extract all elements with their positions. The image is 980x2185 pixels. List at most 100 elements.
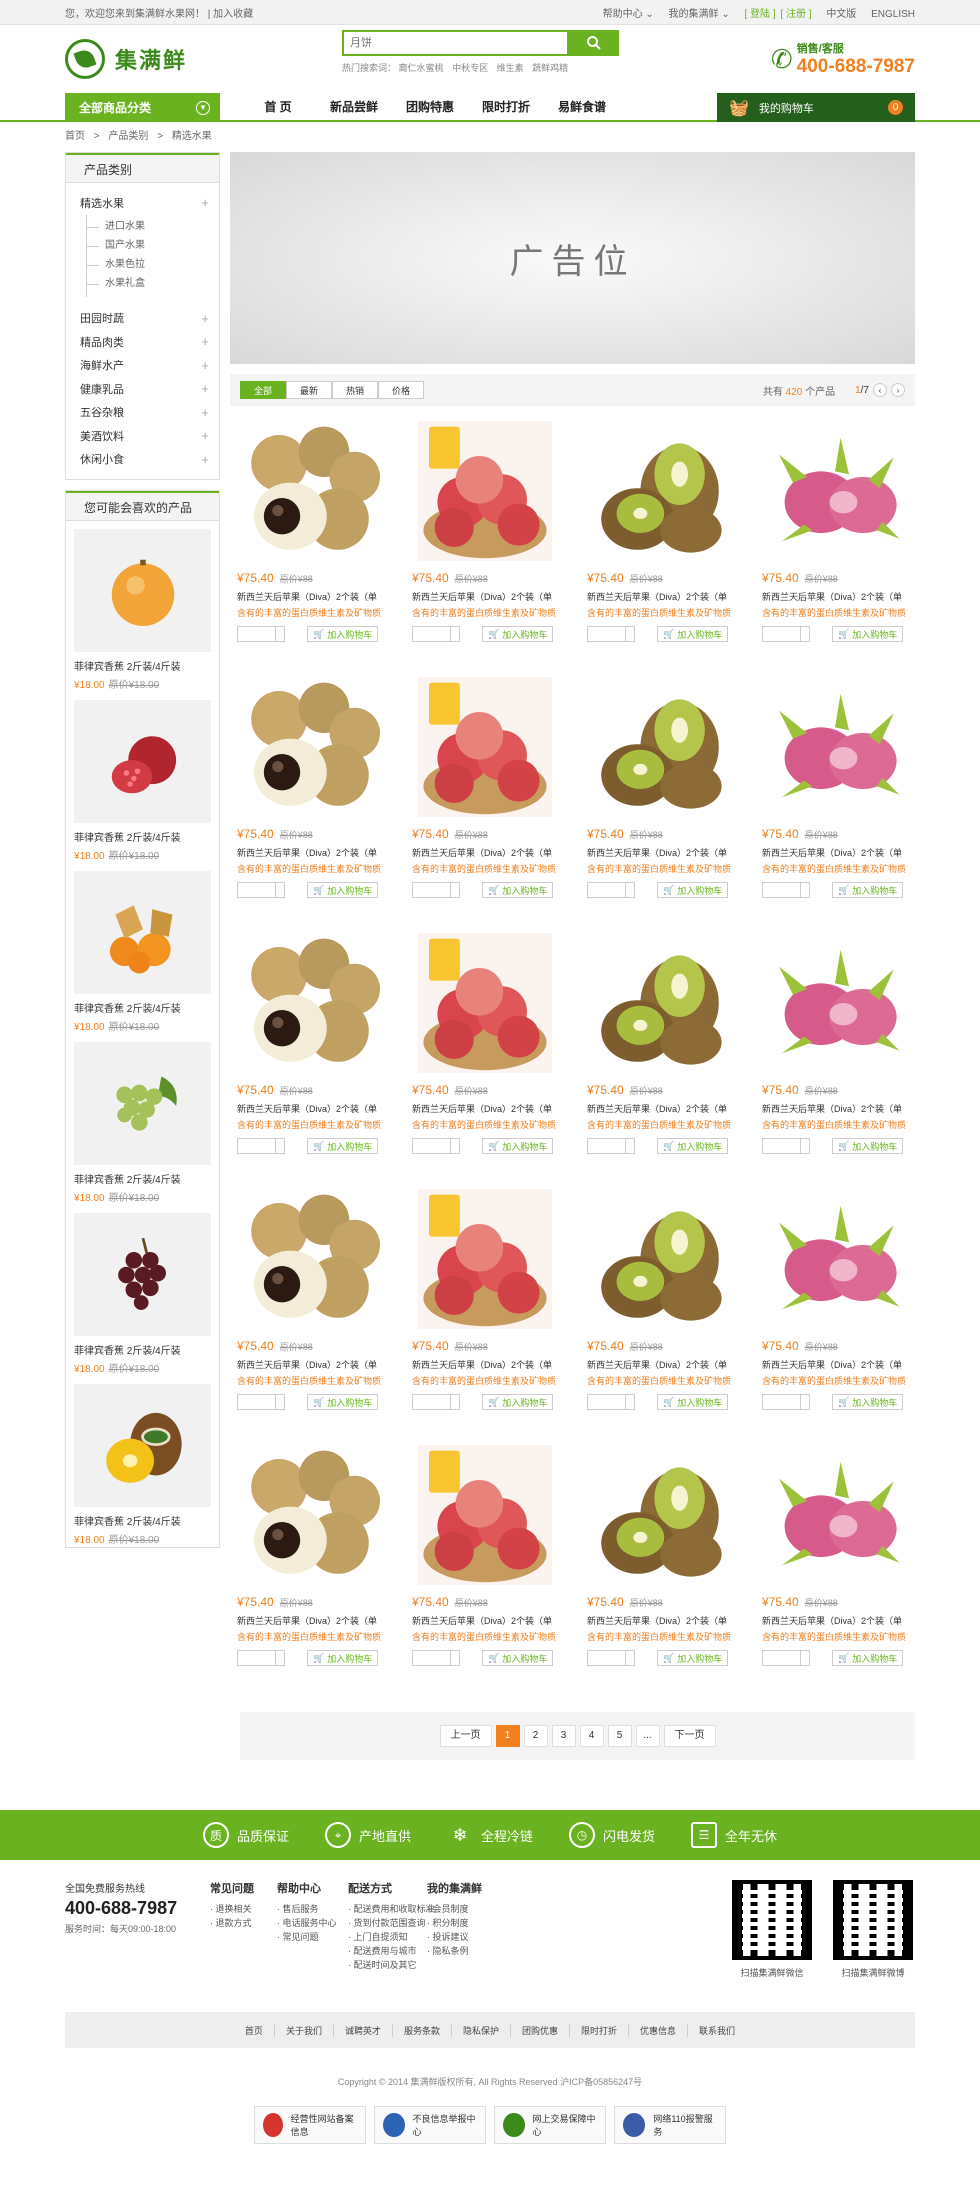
recommend-name[interactable]: 菲律宾香蕉 2斤装/4斤装 — [74, 1171, 211, 1186]
recommend-name[interactable]: 菲律宾香蕉 2斤装/4斤装 — [74, 1000, 211, 1015]
recommend-name[interactable]: 菲律宾香蕉 2斤装/4斤装 — [74, 658, 211, 673]
footer-link[interactable]: · 配送时间及其它 — [348, 1958, 435, 1972]
product-name[interactable]: 新西兰天后苹果（Diva）2个装（单 — [587, 1102, 733, 1115]
nav-item-new[interactable]: 新品尝鲜 — [316, 93, 392, 122]
add-to-cart-button[interactable]: 🛒 加入购物车 — [657, 1650, 729, 1666]
plus-icon[interactable]: + — [201, 311, 209, 326]
recommend-name[interactable]: 菲律宾香蕉 2斤装/4斤装 — [74, 1342, 211, 1357]
quantity-stepper[interactable] — [412, 882, 460, 898]
breadcrumb-home[interactable]: 首页 — [65, 131, 85, 142]
recommend-item[interactable]: 菲律宾香蕉 2斤装/4斤装 ¥18.00 原价¥18.00 — [66, 1205, 219, 1376]
plus-icon[interactable]: + — [201, 195, 209, 210]
product-name[interactable]: 新西兰天后苹果（Diva）2个装（单 — [587, 590, 733, 603]
product-name[interactable]: 新西兰天后苹果（Diva）2个装（单 — [587, 846, 733, 859]
recommend-item[interactable]: 菲律宾香蕉 2斤装/4斤装 ¥18.00 原价¥18.00 — [66, 692, 219, 863]
footer-nav-link[interactable]: 诚聘英才 — [334, 2023, 393, 2037]
footer-link[interactable]: · 电话服务中心 — [277, 1916, 337, 1930]
add-to-cart-button[interactable]: 🛒 加入购物车 — [832, 882, 904, 898]
quantity-stepper[interactable] — [412, 1138, 460, 1154]
product-image[interactable] — [762, 930, 908, 1076]
product-name[interactable]: 新西兰天后苹果（Diva）2个装（单 — [412, 1102, 558, 1115]
product-image[interactable] — [587, 1186, 733, 1332]
register-link[interactable]: [ 注册 ] — [780, 9, 811, 20]
plus-icon[interactable]: + — [201, 358, 209, 373]
product-image[interactable] — [412, 1442, 558, 1588]
quantity-stepper[interactable] — [762, 1394, 810, 1410]
product-name[interactable]: 新西兰天后苹果（Diva）2个装（单 — [237, 1614, 383, 1627]
product-name[interactable]: 新西兰天后苹果（Diva）2个装（单 — [762, 1102, 908, 1115]
quantity-stepper[interactable] — [587, 1650, 635, 1666]
footer-nav-link[interactable]: 团购优惠 — [511, 2023, 571, 2037]
footer-link[interactable]: · 退换相关 — [210, 1902, 254, 1916]
page-button[interactable]: 4 — [579, 1725, 604, 1747]
cart-button[interactable]: 🧺 我的购物车 0 — [717, 93, 915, 122]
recommend-image[interactable] — [74, 700, 211, 823]
add-to-cart-button[interactable]: 🛒 加入购物车 — [307, 1394, 379, 1410]
trust-badge[interactable]: 网络110报警服务 — [614, 2106, 726, 2144]
add-to-cart-button[interactable]: 🛒 加入购物车 — [307, 1650, 379, 1666]
hot-term[interactable]: 蔬鲜鸡精 — [532, 63, 568, 73]
product-name[interactable]: 新西兰天后苹果（Diva）2个装（单 — [412, 1358, 558, 1371]
product-image[interactable] — [237, 1442, 383, 1588]
login-link[interactable]: [ 登陆 ] — [745, 9, 776, 20]
add-to-cart-button[interactable]: 🛒 加入购物车 — [482, 882, 554, 898]
footer-nav-link[interactable]: 隐私保护 — [452, 2023, 511, 2037]
product-name[interactable]: 新西兰天后苹果（Diva）2个装（单 — [237, 846, 383, 859]
quantity-stepper[interactable] — [587, 626, 635, 642]
prev-page-icon[interactable]: ‹ — [873, 383, 887, 397]
english-link[interactable]: ENGLISH — [871, 9, 915, 20]
plus-icon[interactable]: + — [201, 381, 209, 396]
product-image[interactable] — [762, 1442, 908, 1588]
product-name[interactable]: 新西兰天后苹果（Diva）2个装（单 — [237, 1358, 383, 1371]
quantity-stepper[interactable] — [587, 1138, 635, 1154]
product-image[interactable] — [762, 1186, 908, 1332]
add-to-cart-button[interactable]: 🛒 加入购物车 — [307, 1138, 379, 1154]
help-center-menu[interactable]: 帮助中心 ⌄ — [603, 9, 654, 20]
trust-badge[interactable]: 经营性网站备案信息 — [254, 2106, 366, 2144]
hot-term[interactable]: 维生素 — [497, 63, 524, 73]
page-button[interactable]: 2 — [523, 1725, 548, 1747]
product-name[interactable]: 新西兰天后苹果（Diva）2个装（单 — [762, 1358, 908, 1371]
product-name[interactable]: 新西兰天后苹果（Diva）2个装（单 — [237, 590, 383, 603]
tab-all[interactable]: 全部 — [240, 381, 287, 399]
footer-nav-link[interactable]: 首页 — [234, 2023, 275, 2037]
product-name[interactable]: 新西兰天后苹果（Diva）2个装（单 — [762, 590, 908, 603]
product-name[interactable]: 新西兰天后苹果（Diva）2个装（单 — [762, 1614, 908, 1627]
all-categories-button[interactable]: 全部商品分类 ▼ — [65, 93, 220, 122]
recommend-image[interactable] — [74, 1042, 211, 1165]
quantity-stepper[interactable] — [762, 882, 810, 898]
product-image[interactable] — [412, 674, 558, 820]
quantity-stepper[interactable] — [237, 882, 285, 898]
product-image[interactable] — [587, 1442, 733, 1588]
product-name[interactable]: 新西兰天后苹果（Diva）2个装（单 — [237, 1102, 383, 1115]
add-to-cart-button[interactable]: 🛒 加入购物车 — [482, 626, 554, 642]
product-name[interactable]: 新西兰天后苹果（Diva）2个装（单 — [587, 1358, 733, 1371]
footer-link[interactable]: · 货到付款范围查询 — [348, 1916, 435, 1930]
add-to-cart-button[interactable]: 🛒 加入购物车 — [482, 1138, 554, 1154]
nav-item-discount[interactable]: 限时打折 — [468, 93, 544, 122]
next-page-icon[interactable]: › — [891, 383, 905, 397]
footer-link[interactable]: · 积分制度 — [427, 1916, 482, 1930]
product-image[interactable] — [587, 418, 733, 564]
add-favorite-link[interactable]: | 加入收藏 — [208, 9, 253, 20]
tab-hot[interactable]: 热销 — [332, 381, 379, 399]
add-to-cart-button[interactable]: 🛒 加入购物车 — [832, 626, 904, 642]
product-name[interactable]: 新西兰天后苹果（Diva）2个装（单 — [412, 590, 558, 603]
footer-link[interactable]: · 退款方式 — [210, 1916, 254, 1930]
category-item[interactable]: 精品肉类 + — [80, 330, 209, 354]
recommend-image[interactable] — [74, 529, 211, 652]
hot-term[interactable]: 中秋专区 — [452, 63, 488, 73]
quantity-stepper[interactable] — [412, 1394, 460, 1410]
add-to-cart-button[interactable]: 🛒 加入购物车 — [657, 882, 729, 898]
add-to-cart-button[interactable]: 🛒 加入购物车 — [307, 882, 379, 898]
search-button[interactable] — [569, 30, 619, 56]
quantity-stepper[interactable] — [237, 626, 285, 642]
recommend-name[interactable]: 菲律宾香蕉 2斤装/4斤装 — [74, 1513, 211, 1528]
category-item[interactable]: 田园时蔬 + — [80, 307, 209, 331]
product-image[interactable] — [237, 674, 383, 820]
nav-item-recipes[interactable]: 易鲜食谱 — [544, 93, 620, 122]
add-to-cart-button[interactable]: 🛒 加入购物车 — [307, 626, 379, 642]
product-image[interactable] — [237, 930, 383, 1076]
recommend-image[interactable] — [74, 871, 211, 994]
site-logo[interactable]: 集满鲜 — [65, 39, 315, 79]
